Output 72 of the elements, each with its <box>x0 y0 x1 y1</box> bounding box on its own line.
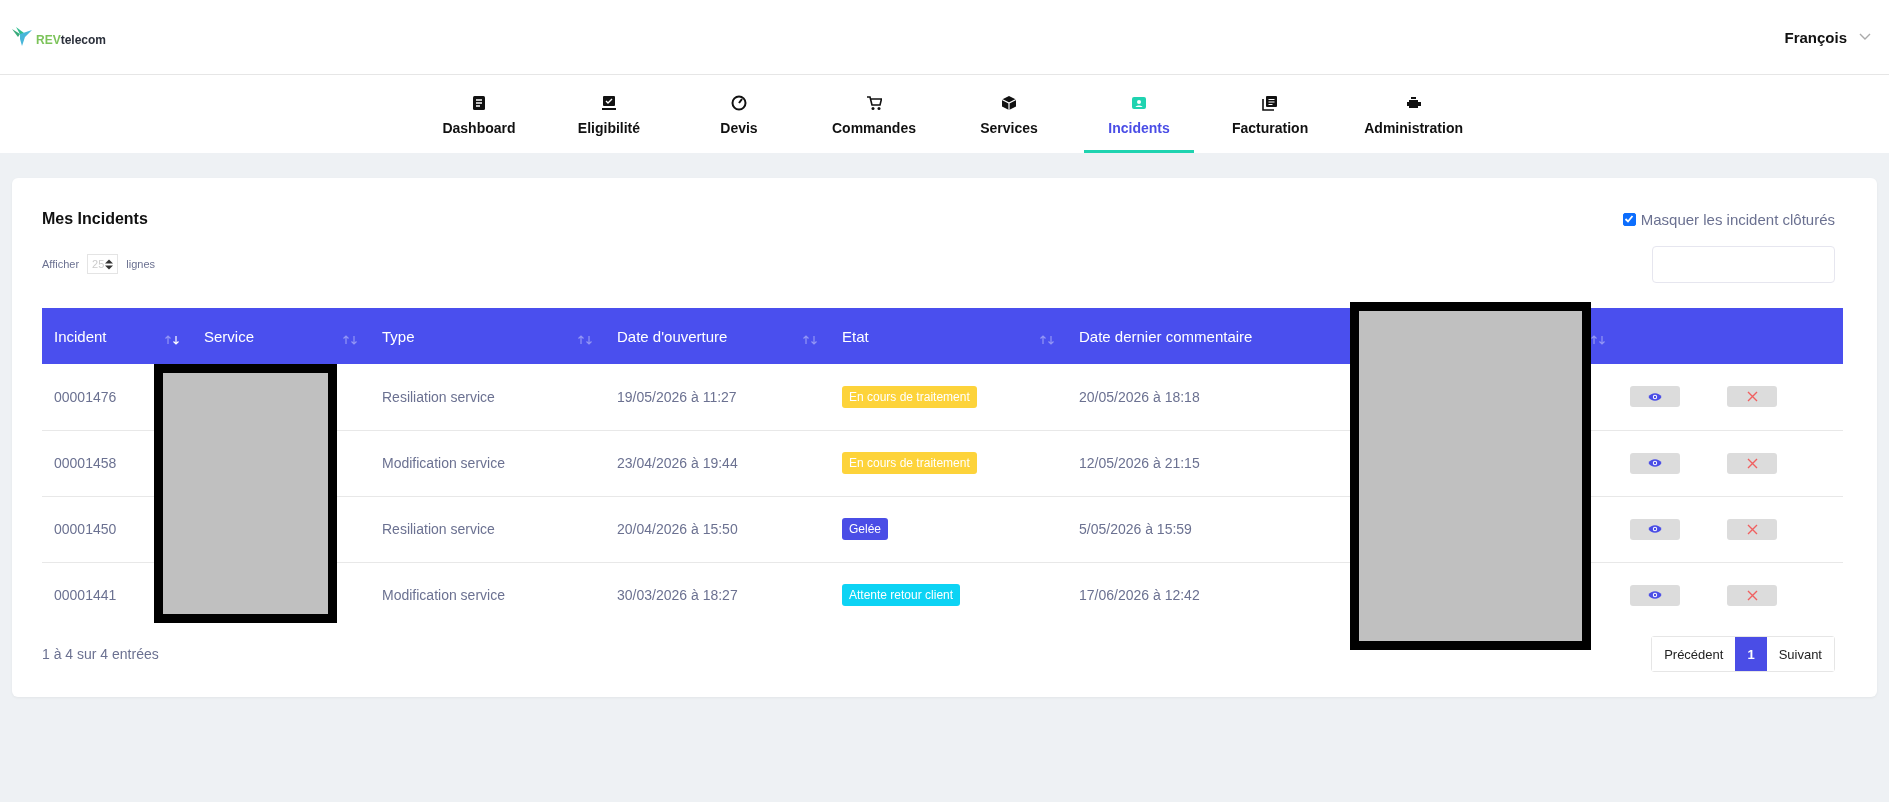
delete-button[interactable] <box>1727 518 1777 540</box>
page-button[interactable]: 1 <box>1735 637 1767 671</box>
eye-icon <box>1648 458 1662 468</box>
chevron-down-icon <box>1859 33 1871 41</box>
nav-tab[interactable]: Incidents <box>1084 75 1194 153</box>
status-badge: En cours de traitement <box>842 452 977 474</box>
user-menu[interactable]: François <box>1778 28 1877 46</box>
status-badge: Gelée <box>842 518 889 540</box>
close-icon <box>1746 589 1758 601</box>
view-button[interactable] <box>1630 584 1680 606</box>
last-comment-date: 20/05/2026 à 18:18 <box>1079 388 1200 405</box>
bird-logo-icon <box>12 27 34 47</box>
eye-icon <box>1648 391 1662 402</box>
monitor-icon <box>600 95 617 111</box>
view-button[interactable] <box>1630 518 1680 540</box>
delete-button[interactable] <box>1727 452 1777 474</box>
sort-icon[interactable] <box>164 335 180 345</box>
delete-button[interactable] <box>1727 386 1777 408</box>
last-comment-date: 5/05/2026 à 15:59 <box>1079 521 1192 537</box>
engine-icon <box>1405 95 1422 111</box>
view-button[interactable] <box>1630 452 1680 474</box>
view-button[interactable] <box>1630 386 1680 408</box>
status-badge: En cours de traitement <box>842 385 977 408</box>
incident-id: 00001458 <box>54 455 117 471</box>
entries-info: 1 à 4 sur 4 entrées <box>42 646 159 662</box>
eye-icon <box>1648 590 1662 601</box>
opening-date: 23/04/2026 à 19:44 <box>617 455 738 471</box>
sort-icon[interactable] <box>1590 335 1606 345</box>
nav-tab[interactable]: Administration <box>1346 75 1481 153</box>
column-header[interactable]: Date d'ouverture <box>617 327 728 345</box>
nav-tab[interactable]: Devis <box>683 75 794 153</box>
id-card-icon <box>1131 95 1147 111</box>
incident-id: 00001450 <box>54 521 117 537</box>
column-header[interactable]: Date dernier commentaire <box>1079 327 1253 345</box>
nav-tab[interactable]: Commandes <box>813 75 934 153</box>
column-header[interactable]: Incident <box>54 327 107 345</box>
spinner-arrows-icon[interactable] <box>105 258 114 270</box>
nav-tab[interactable]: Dashboard <box>423 75 534 153</box>
last-comment-date: 12/05/2026 à 21:15 <box>1079 455 1200 471</box>
show-label: Afficher <box>42 258 80 270</box>
opening-date: 20/04/2026 à 15:50 <box>617 521 738 537</box>
nav-tab[interactable]: Services <box>954 75 1064 153</box>
box-icon <box>1001 95 1017 111</box>
incident-id: 00001476 <box>54 388 117 405</box>
column-header[interactable]: Type <box>382 327 415 345</box>
nav-tab[interactable]: Eligibilité <box>553 75 664 153</box>
card-title: Mes Incidents <box>42 210 148 228</box>
logo-text: REVtelecom <box>36 33 107 47</box>
cart-icon <box>866 95 882 111</box>
close-icon <box>1746 391 1758 403</box>
document-icon <box>470 95 487 111</box>
eye-icon <box>1648 524 1662 534</box>
gauge-icon <box>730 95 747 111</box>
opening-date: 30/03/2026 à 18:27 <box>617 587 738 604</box>
incident-id: 00001441 <box>54 587 117 604</box>
search-field[interactable] <box>1652 246 1835 283</box>
nav-tab[interactable]: Facturation <box>1214 75 1327 153</box>
delete-button[interactable] <box>1727 584 1777 606</box>
incident-type: Resiliation service <box>382 388 495 405</box>
opening-date: 19/05/2026 à 11:27 <box>617 388 737 405</box>
close-icon <box>1746 457 1758 469</box>
last-comment-date: 17/06/2026 à 12:42 <box>1079 587 1200 604</box>
files-icon <box>1262 95 1279 111</box>
incident-type: Resiliation service <box>382 521 495 537</box>
column-header[interactable]: Etat <box>842 327 869 345</box>
rows-label: lignes <box>126 258 156 270</box>
column-header[interactable]: Service <box>204 327 255 345</box>
incident-type: Modification service <box>382 455 505 471</box>
incident-type: Modification service <box>382 587 505 604</box>
close-icon <box>1746 523 1758 535</box>
checkbox[interactable] <box>1622 212 1636 226</box>
status-badge: Attente retour client <box>842 584 961 607</box>
